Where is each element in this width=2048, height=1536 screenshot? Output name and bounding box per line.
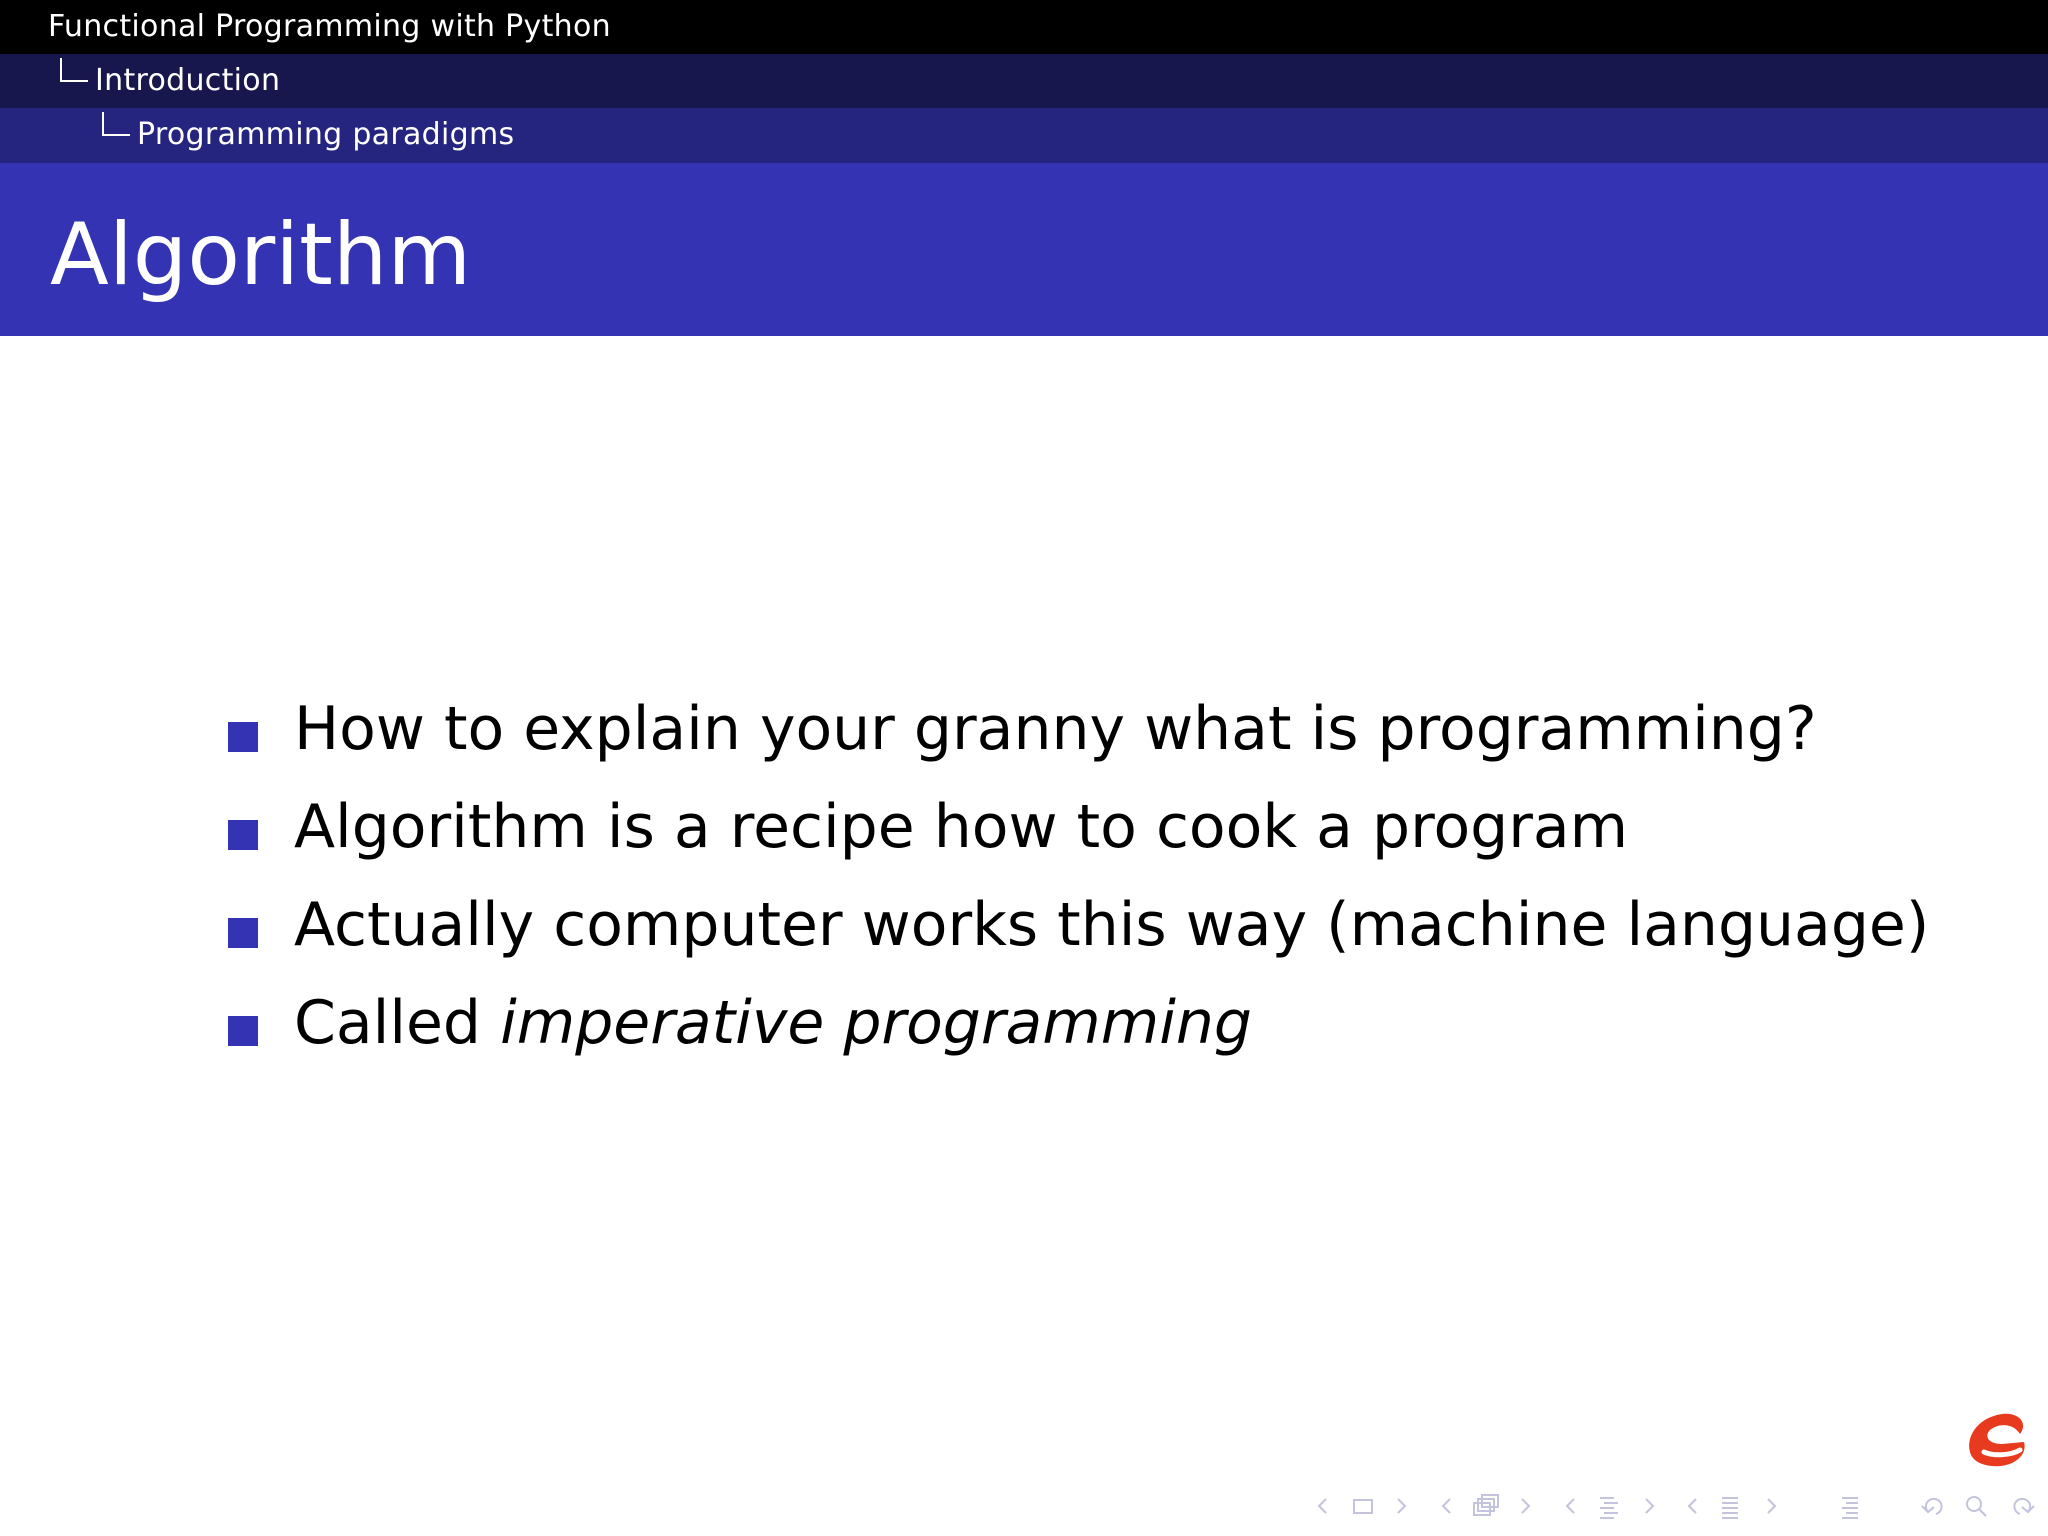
arrow-right-icon	[1521, 1498, 1531, 1514]
arrow-left-icon	[1687, 1498, 1697, 1514]
bullet-square-icon	[228, 918, 258, 948]
document-icon	[1722, 1497, 1738, 1519]
subsection-title[interactable]: Programming paradigms	[137, 108, 514, 162]
back-icon[interactable]	[1921, 1498, 1943, 1515]
arrow-left-icon	[1565, 1498, 1575, 1514]
bullet-item: Called imperative programming	[228, 974, 1929, 1072]
header-presentation-bar: Functional Programming with Python	[0, 0, 2048, 54]
arrow-right-icon	[1767, 1498, 1777, 1514]
bullet-list: How to explain your granny what is progr…	[228, 680, 1929, 1072]
arrow-left-icon	[1441, 1498, 1451, 1514]
document-nav[interactable]	[1687, 1497, 1777, 1519]
arrow-right-icon	[1397, 1498, 1407, 1514]
section-nav[interactable]	[1565, 1497, 1655, 1519]
tree-corner-icon	[60, 58, 88, 82]
search-icon[interactable]	[1966, 1496, 1982, 1512]
forward-icon[interactable]	[2013, 1498, 2035, 1515]
bullet-square-icon	[228, 820, 258, 850]
arrow-left-icon	[1317, 1498, 1327, 1514]
bullet-square-icon	[228, 722, 258, 752]
bullet-text-prefix: Called	[294, 988, 501, 1058]
navigation-bar	[1317, 1494, 2035, 1519]
bullet-item: Actually computer works this way (machin…	[228, 876, 1929, 974]
frame-title: Algorithm	[50, 205, 472, 305]
bullet-item: How to explain your granny what is progr…	[228, 680, 1929, 778]
bullet-text-emphasis: imperative programming	[500, 988, 1252, 1058]
align-icon	[1842, 1497, 1858, 1519]
tree-corner-icon	[102, 112, 130, 136]
bullet-text: Actually computer works this way (machin…	[294, 890, 1930, 960]
frame-icon	[1353, 1499, 1373, 1514]
section-icon	[1600, 1497, 1618, 1519]
section-title[interactable]: Introduction	[95, 54, 280, 108]
bullet-square-icon	[228, 1016, 258, 1046]
presentation-title[interactable]: Functional Programming with Python	[48, 0, 611, 54]
slide: Functional Programming with Python Intro…	[0, 0, 2048, 1536]
bullet-text: How to explain your granny what is progr…	[294, 694, 1817, 764]
header-subsection-bar: Programming paradigms	[0, 108, 2048, 163]
bullet-item: Algorithm is a recipe how to cook a prog…	[228, 778, 1929, 876]
subsection-nav[interactable]	[1441, 1494, 1531, 1516]
bullet-text: Algorithm is a recipe how to cook a prog…	[294, 792, 1629, 862]
arrow-right-icon	[1645, 1498, 1655, 1514]
red-swirl-logo-icon	[1969, 1413, 2025, 1467]
frame-nav[interactable]	[1317, 1498, 1407, 1514]
header-section-bar: Introduction	[0, 54, 2048, 108]
